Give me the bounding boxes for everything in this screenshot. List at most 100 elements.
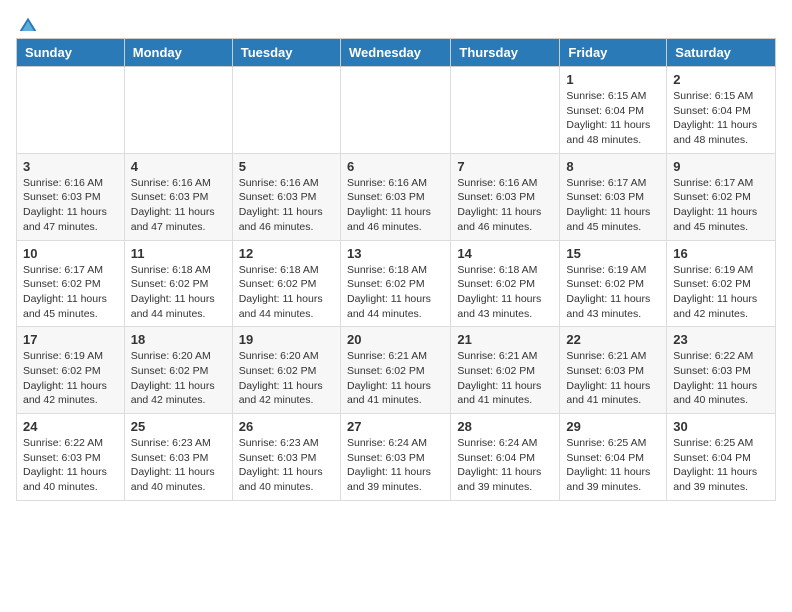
day-info: Sunrise: 6:15 AMSunset: 6:04 PMDaylight:… xyxy=(673,89,769,148)
calendar-cell: 22 Sunrise: 6:21 AMSunset: 6:03 PMDayligh… xyxy=(560,327,667,414)
day-number: 26 xyxy=(239,419,334,434)
day-number: 6 xyxy=(347,159,444,174)
day-number: 1 xyxy=(566,72,660,87)
day-info: Sunrise: 6:16 AMSunset: 6:03 PMDaylight:… xyxy=(457,176,553,235)
calendar-cell: 3 Sunrise: 6:16 AMSunset: 6:03 PMDaylight… xyxy=(17,153,125,240)
day-info: Sunrise: 6:16 AMSunset: 6:03 PMDaylight:… xyxy=(239,176,334,235)
day-number: 8 xyxy=(566,159,660,174)
calendar-cell: 23 Sunrise: 6:22 AMSunset: 6:03 PMDayligh… xyxy=(667,327,776,414)
day-number: 7 xyxy=(457,159,553,174)
day-info: Sunrise: 6:17 AMSunset: 6:02 PMDaylight:… xyxy=(673,176,769,235)
day-number: 27 xyxy=(347,419,444,434)
calendar-cell: 25 Sunrise: 6:23 AMSunset: 6:03 PMDayligh… xyxy=(124,414,232,501)
day-number: 11 xyxy=(131,246,226,261)
calendar-cell: 6 Sunrise: 6:16 AMSunset: 6:03 PMDaylight… xyxy=(340,153,450,240)
day-info: Sunrise: 6:18 AMSunset: 6:02 PMDaylight:… xyxy=(457,263,553,322)
calendar-cell: 20Sunrise: 6:21 AMSunset: 6:02 PMDayligh… xyxy=(340,327,450,414)
calendar-cell xyxy=(232,67,340,154)
day-number: 29 xyxy=(566,419,660,434)
day-info: Sunrise: 6:23 AMSunset: 6:03 PMDaylight:… xyxy=(131,436,226,495)
calendar-cell xyxy=(17,67,125,154)
calendar-header-friday: Friday xyxy=(560,39,667,67)
day-info: Sunrise: 6:21 AMSunset: 6:02 PMDaylight:… xyxy=(457,349,553,408)
day-info: Sunrise: 6:24 AMSunset: 6:03 PMDaylight:… xyxy=(347,436,444,495)
calendar-header-saturday: Saturday xyxy=(667,39,776,67)
calendar-header-tuesday: Tuesday xyxy=(232,39,340,67)
calendar-cell xyxy=(451,67,560,154)
calendar-cell: 13 Sunrise: 6:18 AMSunset: 6:02 PMDayligh… xyxy=(340,240,450,327)
calendar-cell: 29 Sunrise: 6:25 AMSunset: 6:04 PMDayligh… xyxy=(560,414,667,501)
day-info: Sunrise: 6:23 AMSunset: 6:03 PMDaylight:… xyxy=(239,436,334,495)
calendar-header-sunday: Sunday xyxy=(17,39,125,67)
calendar-cell: 8Sunrise: 6:17 AMSunset: 6:03 PMDaylight… xyxy=(560,153,667,240)
day-info: Sunrise: 6:16 AMSunset: 6:03 PMDaylight:… xyxy=(347,176,444,235)
calendar-cell: 7 Sunrise: 6:16 AMSunset: 6:03 PMDaylight… xyxy=(451,153,560,240)
calendar-header-monday: Monday xyxy=(124,39,232,67)
day-info: Sunrise: 6:20 AMSunset: 6:02 PMDaylight:… xyxy=(239,349,334,408)
calendar-cell xyxy=(124,67,232,154)
day-number: 30 xyxy=(673,419,769,434)
day-info: Sunrise: 6:18 AMSunset: 6:02 PMDaylight:… xyxy=(131,263,226,322)
day-number: 14 xyxy=(457,246,553,261)
calendar-cell: 27 Sunrise: 6:24 AMSunset: 6:03 PMDayligh… xyxy=(340,414,450,501)
day-number: 22 xyxy=(566,332,660,347)
calendar: SundayMondayTuesdayWednesdayThursdayFrid… xyxy=(16,38,776,501)
day-number: 28 xyxy=(457,419,553,434)
day-info: Sunrise: 6:16 AMSunset: 6:03 PMDaylight:… xyxy=(131,176,226,235)
calendar-cell: 14 Sunrise: 6:18 AMSunset: 6:02 PMDayligh… xyxy=(451,240,560,327)
calendar-cell: 28 Sunrise: 6:24 AMSunset: 6:04 PMDayligh… xyxy=(451,414,560,501)
calendar-week-3: 10 Sunrise: 6:17 AMSunset: 6:02 PMDayligh… xyxy=(17,240,776,327)
day-info: Sunrise: 6:15 AMSunset: 6:04 PMDaylight:… xyxy=(566,89,660,148)
calendar-header-row: SundayMondayTuesdayWednesdayThursdayFrid… xyxy=(17,39,776,67)
calendar-cell: 2 Sunrise: 6:15 AMSunset: 6:04 PMDaylight… xyxy=(667,67,776,154)
day-info: Sunrise: 6:17 AMSunset: 6:02 PMDaylight:… xyxy=(23,263,118,322)
calendar-cell: 18 Sunrise: 6:20 AMSunset: 6:02 PMDayligh… xyxy=(124,327,232,414)
day-info: Sunrise: 6:18 AMSunset: 6:02 PMDaylight:… xyxy=(347,263,444,322)
day-number: 21 xyxy=(457,332,553,347)
calendar-cell xyxy=(340,67,450,154)
logo xyxy=(16,16,38,30)
day-number: 18 xyxy=(131,332,226,347)
calendar-cell: 4 Sunrise: 6:16 AMSunset: 6:03 PMDaylight… xyxy=(124,153,232,240)
day-info: Sunrise: 6:21 AMSunset: 6:03 PMDaylight:… xyxy=(566,349,660,408)
day-number: 25 xyxy=(131,419,226,434)
day-number: 10 xyxy=(23,246,118,261)
day-info: Sunrise: 6:22 AMSunset: 6:03 PMDaylight:… xyxy=(673,349,769,408)
day-number: 13 xyxy=(347,246,444,261)
calendar-header-thursday: Thursday xyxy=(451,39,560,67)
calendar-week-4: 17Sunrise: 6:19 AMSunset: 6:02 PMDayligh… xyxy=(17,327,776,414)
day-number: 3 xyxy=(23,159,118,174)
day-info: Sunrise: 6:24 AMSunset: 6:04 PMDaylight:… xyxy=(457,436,553,495)
calendar-cell: 11 Sunrise: 6:18 AMSunset: 6:02 PMDayligh… xyxy=(124,240,232,327)
calendar-cell: 30 Sunrise: 6:25 AMSunset: 6:04 PMDayligh… xyxy=(667,414,776,501)
calendar-cell: 21 Sunrise: 6:21 AMSunset: 6:02 PMDayligh… xyxy=(451,327,560,414)
day-info: Sunrise: 6:25 AMSunset: 6:04 PMDaylight:… xyxy=(673,436,769,495)
calendar-cell: 16 Sunrise: 6:19 AMSunset: 6:02 PMDayligh… xyxy=(667,240,776,327)
calendar-cell: 15Sunrise: 6:19 AMSunset: 6:02 PMDayligh… xyxy=(560,240,667,327)
calendar-week-2: 3 Sunrise: 6:16 AMSunset: 6:03 PMDaylight… xyxy=(17,153,776,240)
day-number: 2 xyxy=(673,72,769,87)
calendar-cell: 5 Sunrise: 6:16 AMSunset: 6:03 PMDaylight… xyxy=(232,153,340,240)
day-number: 16 xyxy=(673,246,769,261)
day-number: 23 xyxy=(673,332,769,347)
day-info: Sunrise: 6:19 AMSunset: 6:02 PMDaylight:… xyxy=(673,263,769,322)
day-info: Sunrise: 6:22 AMSunset: 6:03 PMDaylight:… xyxy=(23,436,118,495)
day-number: 4 xyxy=(131,159,226,174)
day-info: Sunrise: 6:18 AMSunset: 6:02 PMDaylight:… xyxy=(239,263,334,322)
day-number: 19 xyxy=(239,332,334,347)
day-number: 5 xyxy=(239,159,334,174)
page-header xyxy=(16,16,776,30)
day-info: Sunrise: 6:19 AMSunset: 6:02 PMDaylight:… xyxy=(566,263,660,322)
calendar-cell: 26 Sunrise: 6:23 AMSunset: 6:03 PMDayligh… xyxy=(232,414,340,501)
calendar-cell: 17Sunrise: 6:19 AMSunset: 6:02 PMDayligh… xyxy=(17,327,125,414)
calendar-cell: 1 Sunrise: 6:15 AMSunset: 6:04 PMDaylight… xyxy=(560,67,667,154)
calendar-cell: 24 Sunrise: 6:22 AMSunset: 6:03 PMDayligh… xyxy=(17,414,125,501)
day-info: Sunrise: 6:19 AMSunset: 6:02 PMDaylight:… xyxy=(23,349,118,408)
calendar-cell: 12 Sunrise: 6:18 AMSunset: 6:02 PMDayligh… xyxy=(232,240,340,327)
day-number: 24 xyxy=(23,419,118,434)
day-info: Sunrise: 6:16 AMSunset: 6:03 PMDaylight:… xyxy=(23,176,118,235)
day-info: Sunrise: 6:25 AMSunset: 6:04 PMDaylight:… xyxy=(566,436,660,495)
day-number: 12 xyxy=(239,246,334,261)
calendar-week-5: 24 Sunrise: 6:22 AMSunset: 6:03 PMDayligh… xyxy=(17,414,776,501)
day-info: Sunrise: 6:20 AMSunset: 6:02 PMDaylight:… xyxy=(131,349,226,408)
